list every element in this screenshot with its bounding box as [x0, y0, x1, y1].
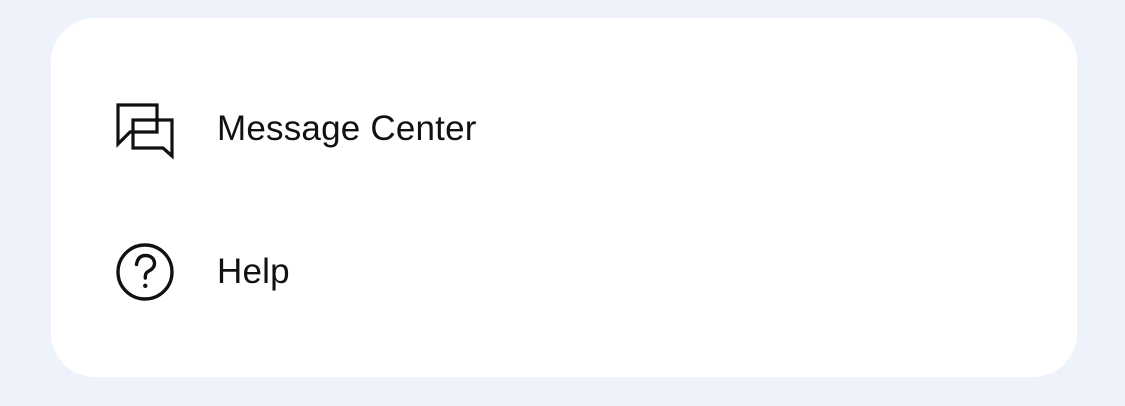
menu-item-label: Message Center [217, 108, 477, 148]
menu-item-label: Help [217, 251, 290, 291]
menu-item-help[interactable]: Help [113, 231, 1013, 311]
menu-item-message-center[interactable]: Message Center [113, 88, 1013, 168]
menu-card: Message Center Help [51, 18, 1077, 377]
question-circle-icon [113, 239, 177, 303]
chat-bubbles-icon [113, 96, 177, 160]
